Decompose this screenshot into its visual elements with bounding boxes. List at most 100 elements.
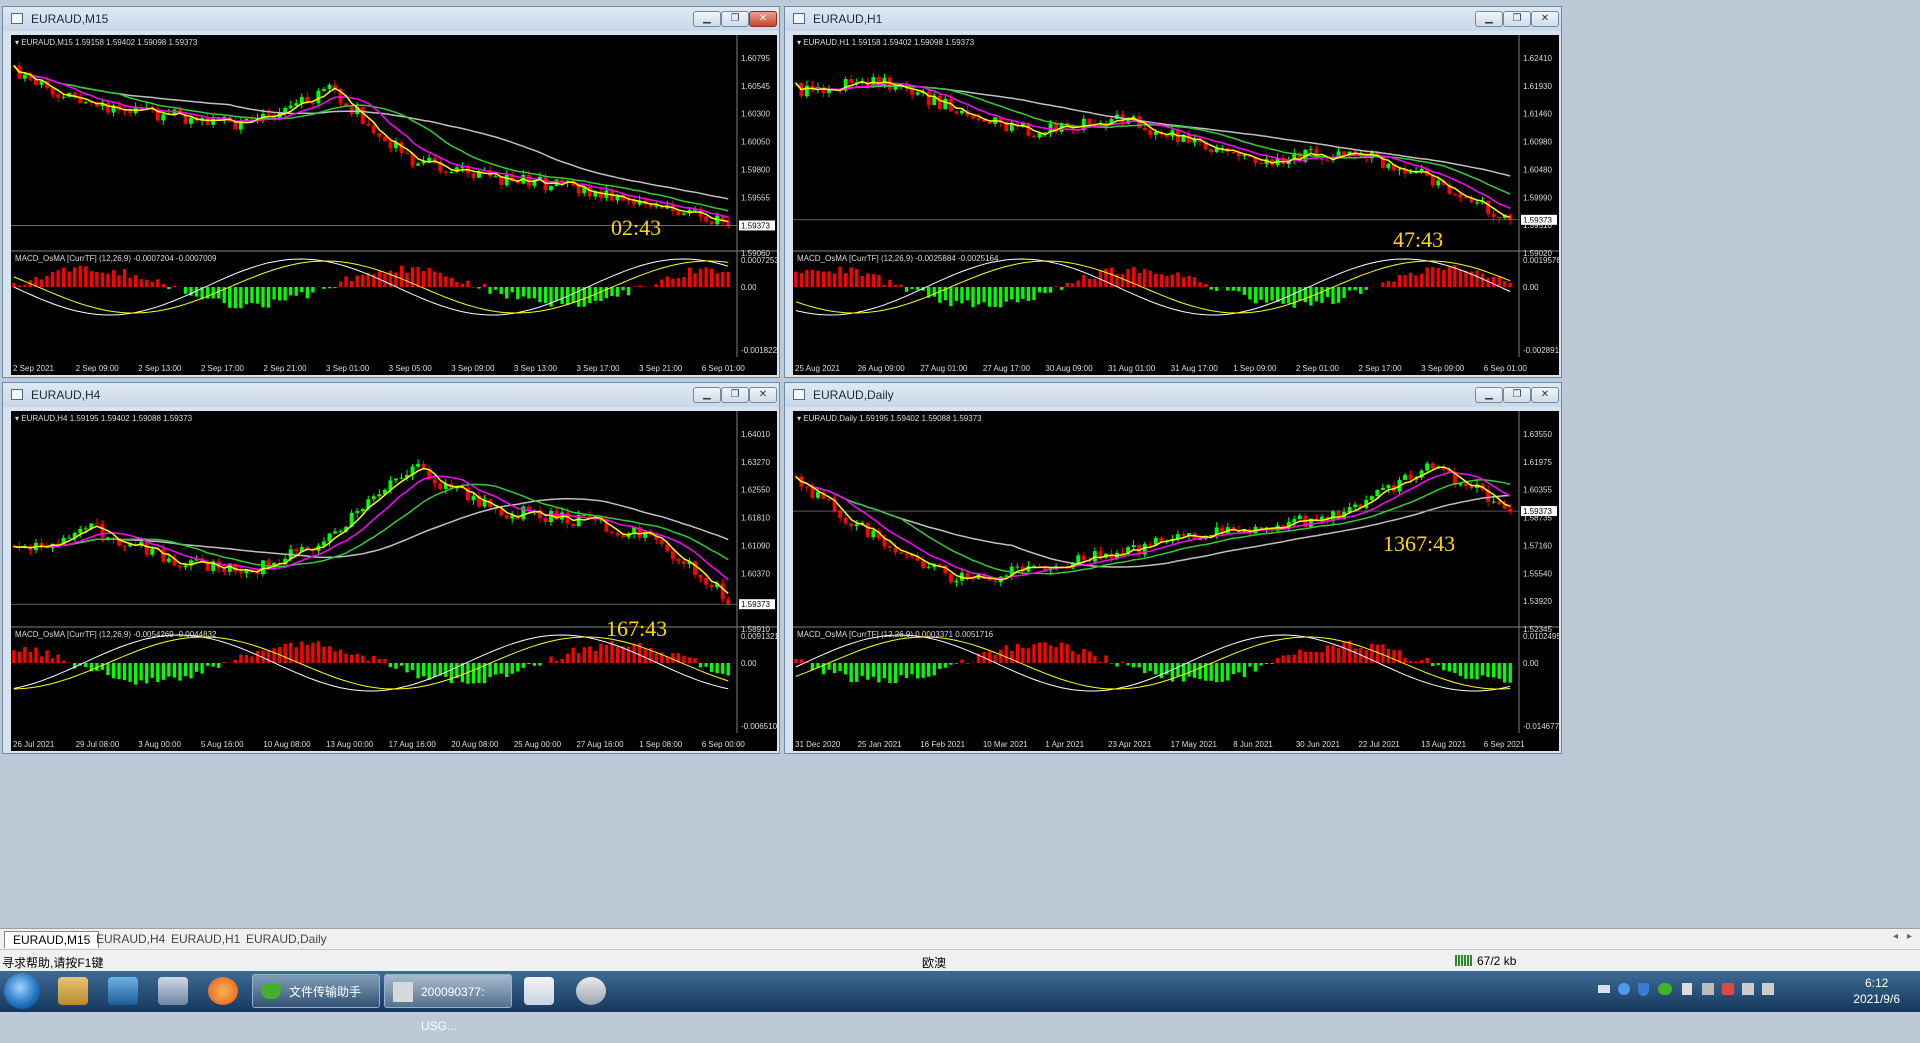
macd-bar [1254,287,1257,303]
macd-bar [505,287,508,299]
chart-window-h1[interactable]: EURAUD,H1 ▁ ❐ ✕ 1.593731.624101.619301.6… [784,6,1562,378]
candle-body [1242,155,1246,156]
macd-bar [1503,281,1506,287]
keyboard-icon[interactable] [1598,985,1610,993]
status-profile: 欧澳 [922,954,946,971]
macd-bar [56,270,59,287]
candle-body [1110,554,1114,559]
explorer-icon[interactable] [58,977,88,1005]
chart-window-m15[interactable]: EURAUD,M15 ▁ ❐ ✕ 1.593731.607951.605451.… [2,6,780,378]
shield-icon[interactable] [1638,983,1649,996]
candle-body [161,549,165,562]
macd-bar [499,287,502,294]
restore-button[interactable]: ❐ [721,11,749,27]
desktop-icon[interactable] [108,977,138,1005]
security-icon[interactable] [1722,983,1734,995]
audio-icon[interactable] [1682,983,1692,995]
macd-bar [643,648,646,663]
macd-bar [494,287,497,290]
minimize-button[interactable]: ▁ [1475,11,1503,27]
macd-bar [905,663,908,678]
chart-canvas[interactable]: 1.593731.607951.605451.603001.600501.598… [11,35,777,375]
tab-scroll-left-icon[interactable]: ◂ [1893,931,1898,942]
chart-svg[interactable]: 1.593731.640101.632701.625501.618101.610… [11,411,777,751]
candle-body [438,484,442,489]
window-titlebar[interactable]: EURAUD,H1 ▁ ❐ ✕ [785,7,1561,31]
close-button[interactable]: ✕ [1531,387,1559,403]
window-titlebar[interactable]: EURAUD,Daily ▁ ❐ ✕ [785,383,1561,407]
chart-window-daily[interactable]: EURAUD,Daily ▁ ❐ ✕ 1.593731.635501.61975… [784,382,1562,754]
tab-euraud-h4[interactable]: EURAUD,H4 [88,931,173,947]
window-titlebar[interactable]: EURAUD,M15 ▁ ❐ ✕ [3,7,779,31]
tab-euraud-m15[interactable]: EURAUD,M15 [4,931,99,948]
browser-icon[interactable] [208,977,238,1005]
minimize-button[interactable]: ▁ [1475,387,1503,403]
minimize-button[interactable]: ▁ [693,387,721,403]
close-button[interactable]: ✕ [749,11,777,27]
macd-bar [239,655,242,663]
network-icon[interactable] [1702,983,1714,995]
current-price-label: 1.59373 [741,600,770,609]
macd-bar [283,287,286,300]
macd-bar [167,663,170,677]
time-axis-label: 27 Aug 16:00 [576,740,624,749]
macd-bar [1298,650,1301,663]
chart-canvas[interactable]: 1.593731.624101.619301.614601.609801.604… [793,35,1559,375]
clock[interactable]: 6:12 2021/9/6 [1853,975,1900,1007]
minimize-button[interactable]: ▁ [693,11,721,27]
close-button[interactable]: ✕ [749,387,777,403]
chart-canvas[interactable]: 1.593731.635501.619751.603551.587351.571… [793,411,1559,751]
chart-svg[interactable]: 1.593731.624101.619301.614601.609801.604… [793,35,1559,375]
time-axis-label: 3 Sep 13:00 [514,364,558,373]
macd-bar [217,287,220,299]
candle-body [949,574,953,583]
candle-body [571,524,575,526]
macd-bar [1043,642,1046,663]
help-icon[interactable] [1618,983,1630,995]
tab-euraud-daily[interactable]: EURAUD,Daily [238,931,335,947]
macd-scale-label: -0.002891 [1523,346,1559,355]
chart-canvas[interactable]: 1.593731.640101.632701.625501.618101.610… [11,411,777,751]
macd-bar [427,268,430,287]
price-scale-label: 1.60545 [741,82,770,91]
camera-app-icon[interactable] [576,977,606,1005]
wechat-tray-icon[interactable] [1658,983,1672,995]
macd-bar [461,284,464,287]
start-button[interactable] [4,973,40,1009]
macd-bar [1387,281,1390,287]
macd-bar [139,279,142,287]
macd-bar [938,663,941,669]
window-titlebar[interactable]: EURAUD,H4 ▁ ❐ ✕ [3,383,779,407]
tab-euraud-h1[interactable]: EURAUD,H1 [163,931,248,947]
candle-body [1497,502,1501,505]
macd-bar [960,287,963,303]
macd-bar [73,267,76,287]
network-app-icon[interactable] [158,977,188,1005]
close-button[interactable]: ✕ [1531,11,1559,27]
restore-button[interactable]: ❐ [1503,11,1531,27]
restore-button[interactable]: ❐ [721,387,749,403]
macd-bar [616,647,619,663]
power-icon[interactable] [1742,983,1754,995]
chart-svg[interactable]: 1.593731.607951.605451.603001.600501.598… [11,35,777,375]
chart-window-h4[interactable]: EURAUD,H4 ▁ ❐ ✕ 1.593731.640101.632701.6… [2,382,780,754]
candle-body [1353,505,1357,507]
taskbar-wechat-button[interactable]: 文件传输助手 [252,974,380,1008]
restore-button[interactable]: ❐ [1503,387,1531,403]
macd-bar [389,663,392,667]
macd-bar [466,281,469,287]
volume-icon[interactable] [1762,983,1774,995]
macd-scale-label: -0.001822 [741,346,777,355]
macd-bar [1054,286,1057,287]
macd-scale-label: 0.00 [1523,659,1539,668]
macd-bar [211,663,214,667]
macd-bar [289,287,292,295]
paint-app-icon[interactable] [524,977,554,1005]
macd-bar [610,287,613,296]
chart-svg[interactable]: 1.593731.635501.619751.603551.587351.571… [793,411,1559,751]
candle-body [150,549,154,555]
macd-bar [306,287,309,298]
macd-bar [1071,651,1074,663]
tab-scroll-right-icon[interactable]: ▸ [1907,931,1912,942]
taskbar-mt4-button[interactable]: 200090377: USG... [384,974,512,1008]
